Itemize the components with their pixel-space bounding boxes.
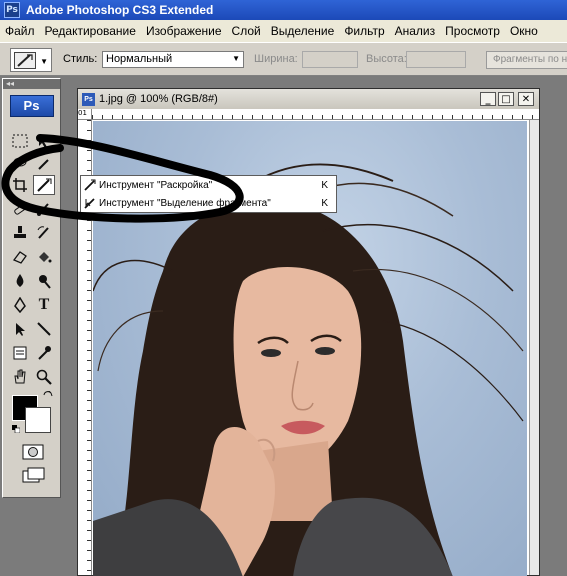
- document-window: Ps 1.jpg @ 100% (RGB/8#) _ □ ✕ 01: [77, 88, 540, 576]
- lasso-tool-icon[interactable]: [9, 153, 31, 173]
- flyout-item-slice[interactable]: Инструмент "Раскройка" K: [81, 176, 336, 194]
- ruler-origin[interactable]: 01: [78, 109, 92, 120]
- flyout-item-shortcut: K: [321, 197, 328, 209]
- zoom-tool-icon[interactable]: [33, 367, 55, 387]
- eyedropper-tool-icon[interactable]: [33, 343, 55, 363]
- pen-tool-icon[interactable]: [9, 295, 31, 315]
- tool-preset-picker[interactable]: ▼: [10, 48, 52, 72]
- slice-icon: [84, 179, 96, 194]
- chevron-down-icon: ▼: [40, 57, 48, 66]
- flyout-item-slice-select[interactable]: Инструмент "Выделение фрагмента" K: [81, 194, 336, 212]
- crop-tool-icon[interactable]: [9, 175, 31, 195]
- menu-analysis[interactable]: Анализ: [390, 24, 441, 38]
- menu-image[interactable]: Изображение: [141, 24, 227, 38]
- style-label: Стиль:: [63, 53, 98, 65]
- slice-select-icon: [14, 52, 36, 69]
- marquee-tool-icon[interactable]: [9, 131, 31, 151]
- magic-wand-tool-icon[interactable]: [33, 153, 55, 173]
- menu-bar: Файл Редактирование Изображение Слой Выд…: [0, 20, 567, 42]
- flyout-item-shortcut: K: [321, 179, 328, 191]
- eraser-tool-icon[interactable]: [9, 247, 31, 267]
- path-selection-tool-icon[interactable]: [9, 319, 31, 339]
- swap-colors-icon[interactable]: [43, 390, 53, 401]
- default-colors-icon[interactable]: [12, 423, 21, 434]
- height-label: Высота:: [366, 53, 407, 65]
- fragments-button[interactable]: Фрагменты по н: [486, 51, 567, 69]
- healing-brush-tool-icon[interactable]: [9, 199, 31, 219]
- clone-stamp-tool-icon[interactable]: [9, 223, 31, 243]
- menu-window[interactable]: Окно: [505, 24, 543, 38]
- paint-bucket-tool-icon[interactable]: [33, 247, 55, 267]
- height-field[interactable]: [406, 51, 466, 68]
- menu-select[interactable]: Выделение: [266, 24, 340, 38]
- text-tool-icon[interactable]: T: [33, 295, 55, 315]
- flyout-item-label: Инструмент "Раскройка": [99, 179, 213, 191]
- background-color-swatch[interactable]: [25, 407, 51, 433]
- blur-tool-icon[interactable]: [9, 271, 31, 291]
- menu-file[interactable]: Файл: [0, 24, 40, 38]
- chevron-down-icon: ▼: [232, 54, 240, 63]
- slice-tool-icon[interactable]: [33, 175, 55, 195]
- move-tool-icon[interactable]: [33, 131, 55, 151]
- vertical-scrollbar[interactable]: [529, 120, 539, 575]
- hand-tool-icon[interactable]: [9, 367, 31, 387]
- menu-filter[interactable]: Фильтр: [339, 24, 389, 38]
- close-button[interactable]: ✕: [518, 92, 534, 106]
- dodge-tool-icon[interactable]: [33, 271, 55, 291]
- menu-layer[interactable]: Слой: [227, 24, 266, 38]
- ruler-horizontal[interactable]: [92, 109, 539, 120]
- options-bar: ▼ Стиль: Нормальный ▼ Ширина: Высота: Фр…: [0, 42, 567, 76]
- collapse-icon[interactable]: ◂◂: [3, 79, 60, 89]
- quick-mask-icon[interactable]: [22, 443, 44, 461]
- brush-tool-icon[interactable]: [33, 199, 55, 219]
- notes-tool-icon[interactable]: [9, 343, 31, 363]
- ps-logo-icon: Ps: [9, 95, 54, 117]
- maximize-button[interactable]: □: [498, 92, 514, 106]
- tools-panel: ◂◂ Ps T: [2, 78, 61, 498]
- document-title: 1.jpg @ 100% (RGB/8#): [99, 93, 218, 105]
- document-title-bar[interactable]: Ps 1.jpg @ 100% (RGB/8#) _ □ ✕: [78, 89, 539, 109]
- app-title: Adobe Photoshop CS3 Extended: [26, 3, 214, 17]
- minimize-button[interactable]: _: [480, 92, 496, 106]
- line-tool-icon[interactable]: [33, 319, 55, 339]
- flyout-item-label: Инструмент "Выделение фрагмента": [99, 197, 271, 209]
- history-brush-tool-icon[interactable]: [33, 223, 55, 243]
- document-icon: Ps: [82, 92, 95, 106]
- title-bar: Ps Adobe Photoshop CS3 Extended: [0, 0, 567, 20]
- menu-edit[interactable]: Редактирование: [40, 24, 141, 38]
- style-select[interactable]: Нормальный ▼: [102, 51, 244, 68]
- width-label: Ширина:: [254, 53, 298, 65]
- menu-view[interactable]: Просмотр: [440, 24, 505, 38]
- slice-tool-flyout: Инструмент "Раскройка" K Инструмент "Выд…: [80, 175, 337, 213]
- style-select-value: Нормальный: [106, 53, 173, 65]
- screen-mode-icon[interactable]: [22, 467, 46, 485]
- width-field[interactable]: [302, 51, 358, 68]
- slice-select-icon: [84, 197, 96, 212]
- app-logo-icon: Ps: [4, 2, 20, 18]
